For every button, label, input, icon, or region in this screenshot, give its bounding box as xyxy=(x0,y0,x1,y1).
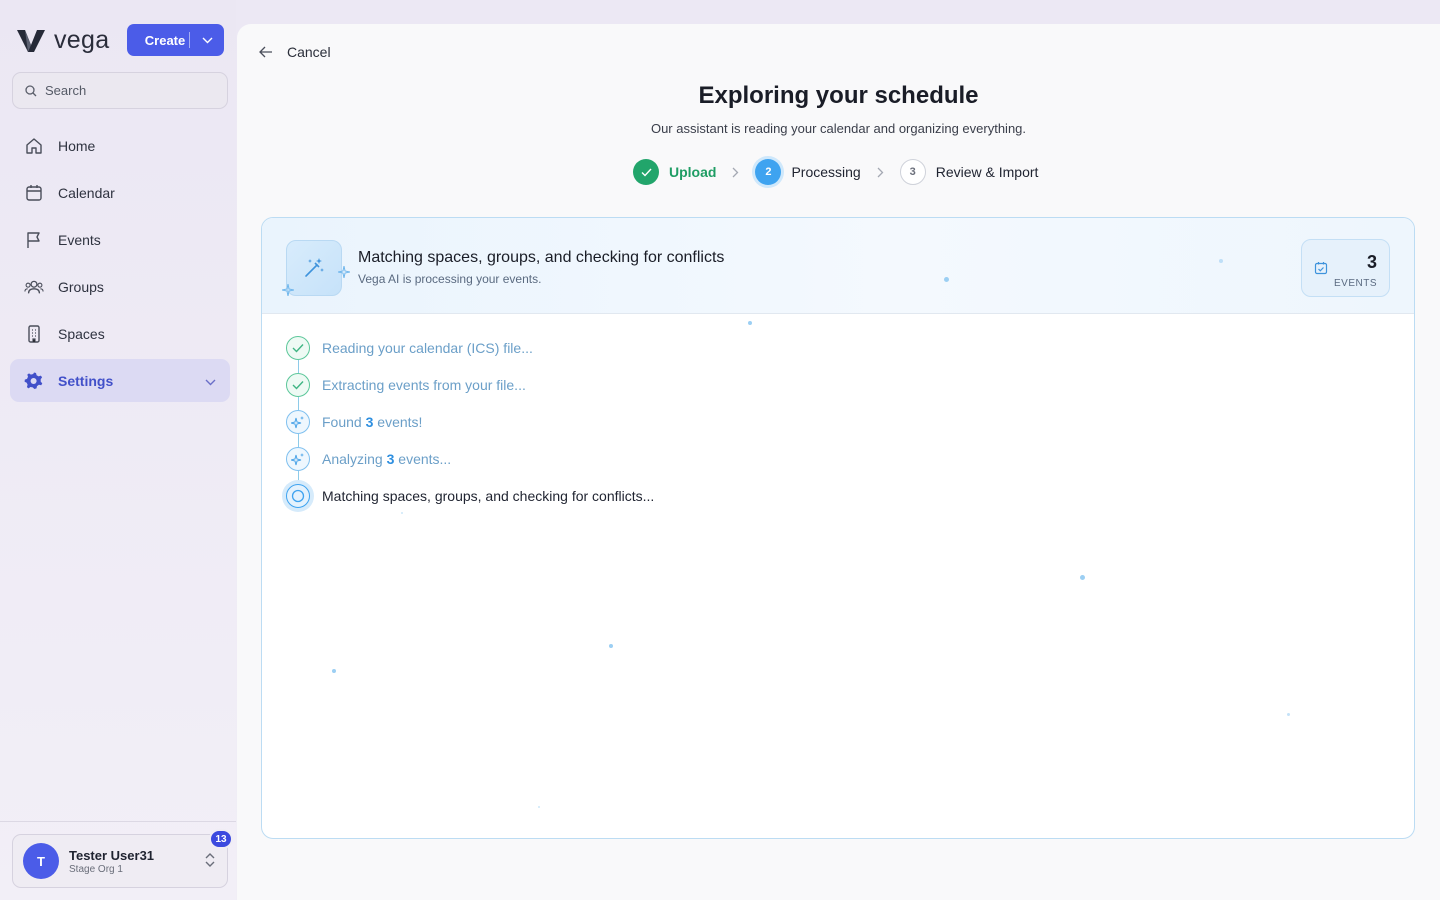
list-item: Reading your calendar (ICS) file... xyxy=(286,336,654,373)
processing-card: Matching spaces, groups, and checking fo… xyxy=(261,217,1415,839)
chevron-down-icon[interactable] xyxy=(205,373,216,389)
timeline-connector xyxy=(297,434,299,447)
step-upload: Upload xyxy=(633,159,716,185)
nav-item-label: Groups xyxy=(58,278,104,295)
main-panel: Cancel Exploring your schedule Our assis… xyxy=(237,24,1440,900)
search-icon xyxy=(25,84,37,96)
card-title: Matching spaces, groups, and checking fo… xyxy=(358,249,725,266)
decorative-particle xyxy=(1080,575,1085,580)
sparkle-icon xyxy=(286,410,310,434)
cancel-button[interactable]: Cancel xyxy=(259,44,331,60)
step-review-import: 3 Review & Import xyxy=(899,159,1039,185)
create-button-label: Create xyxy=(144,32,186,48)
check-icon xyxy=(633,159,659,185)
decorative-particle xyxy=(944,277,949,282)
progress-list: Reading your calendar (ICS) file... Extr… xyxy=(286,336,654,521)
gear-icon xyxy=(24,371,44,391)
decorative-particle xyxy=(401,512,403,514)
user-info: Tester User31 Stage Org 1 xyxy=(69,848,154,875)
nav-item-groups[interactable]: Groups xyxy=(10,265,230,308)
create-button[interactable]: Create xyxy=(127,24,224,56)
list-item: Extracting events from your file... xyxy=(286,373,654,410)
events-count-badge: 3 EVENTS xyxy=(1301,239,1390,297)
decorative-particle xyxy=(748,321,752,325)
avatar: T xyxy=(23,843,59,879)
users-icon xyxy=(24,277,44,297)
timeline-connector xyxy=(297,397,299,410)
progress-text: Found 3 events! xyxy=(322,414,423,430)
progress-text: Reading your calendar (ICS) file... xyxy=(322,340,533,356)
page-subtitle: Our assistant is reading your calendar a… xyxy=(650,121,1027,136)
stepper: Upload 2 Processing 3 Review & Import xyxy=(633,159,1038,185)
timeline-connector xyxy=(297,471,299,484)
nav-item-settings[interactable]: Settings xyxy=(10,359,230,402)
main-nav: Home Calendar Events Groups Spaces Setti… xyxy=(10,124,230,406)
calendar-check-icon xyxy=(1314,262,1328,275)
search-box[interactable] xyxy=(12,72,228,109)
building-icon xyxy=(24,324,44,344)
cancel-label: Cancel xyxy=(287,44,331,60)
chevron-right-icon xyxy=(877,167,884,178)
decorative-particle xyxy=(609,644,613,648)
nav-item-label: Calendar xyxy=(58,184,115,201)
flag-icon xyxy=(24,230,44,250)
decorative-particle xyxy=(1219,259,1223,263)
user-name: Tester User31 xyxy=(69,847,155,863)
events-count-label: EVENTS xyxy=(1333,278,1377,289)
chevron-right-icon xyxy=(732,167,739,178)
nav-item-events[interactable]: Events xyxy=(10,218,230,261)
notification-badge[interactable]: 13 xyxy=(209,829,233,849)
vega-logo-icon xyxy=(17,29,45,52)
sparkle-icon xyxy=(338,266,350,278)
nav-item-label: Spaces xyxy=(58,325,105,342)
brand-name: vega xyxy=(54,26,110,54)
page-title: Exploring your schedule xyxy=(698,82,979,109)
decorative-particle xyxy=(1287,713,1290,716)
nav-item-label: Home xyxy=(58,137,96,154)
check-icon xyxy=(286,373,310,397)
sidebar: vega Create Home Calendar Events xyxy=(0,0,236,900)
arrow-left-icon xyxy=(259,46,272,58)
sparkle-icon xyxy=(286,447,310,471)
step-label: Review & Import xyxy=(935,164,1039,180)
user-menu[interactable]: T Tester User31 Stage Org 1 xyxy=(12,834,228,888)
brand[interactable]: vega xyxy=(16,26,109,55)
step-label: Processing xyxy=(791,164,861,180)
calendar-icon xyxy=(24,183,44,203)
nav-item-spaces[interactable]: Spaces xyxy=(10,312,230,355)
events-count: 3 xyxy=(1366,252,1377,272)
timeline-connector xyxy=(297,360,299,373)
progress-text: Extracting events from your file... xyxy=(322,377,526,393)
decorative-particle xyxy=(332,669,336,673)
chevron-down-icon[interactable] xyxy=(190,37,224,44)
chevron-up-down-icon xyxy=(205,852,215,873)
processing-card-header: Matching spaces, groups, and checking fo… xyxy=(262,218,1414,314)
step-number: 2 xyxy=(755,159,782,185)
decorative-particle xyxy=(538,806,540,808)
list-item: Found 3 events! xyxy=(286,410,654,447)
nav-item-calendar[interactable]: Calendar xyxy=(10,171,230,214)
nav-item-label: Events xyxy=(58,231,101,248)
search-input[interactable] xyxy=(45,83,215,98)
loading-spinner-icon xyxy=(286,484,310,508)
nav-item-label: Settings xyxy=(58,372,114,389)
list-item: Analyzing 3 events... xyxy=(286,447,654,484)
nav-item-home[interactable]: Home xyxy=(10,124,230,167)
user-org: Stage Org 1 xyxy=(69,863,123,875)
step-label: Upload xyxy=(669,164,717,180)
check-icon xyxy=(286,336,310,360)
sparkle-icon xyxy=(282,284,294,296)
progress-text: Matching spaces, groups, and checking fo… xyxy=(322,488,655,504)
home-icon xyxy=(24,136,44,156)
sidebar-divider xyxy=(0,821,236,822)
card-subtitle: Vega AI is processing your events. xyxy=(358,272,542,286)
progress-text: Analyzing 3 events... xyxy=(322,451,452,467)
magic-wand-icon xyxy=(286,240,342,296)
list-item: Matching spaces, groups, and checking fo… xyxy=(286,484,654,521)
step-number: 3 xyxy=(899,159,926,185)
step-processing: 2 Processing xyxy=(755,159,861,185)
